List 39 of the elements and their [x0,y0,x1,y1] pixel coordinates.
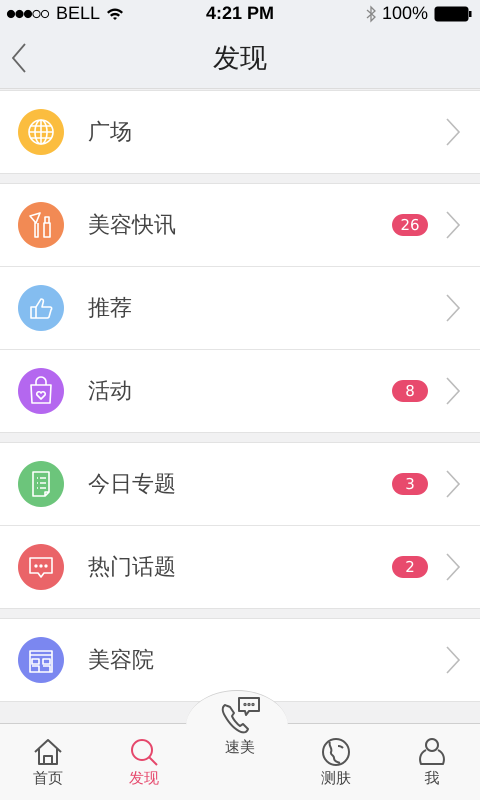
wifi-icon [106,6,124,21]
menu-label: 广场 [88,119,133,147]
clock-time: 4:21 PM [204,3,276,24]
back-icon[interactable] [12,43,26,74]
menu-label: 美容快讯 [88,212,177,240]
chevron-icon [446,646,460,674]
menu-item[interactable]: 活动 8 [0,350,480,432]
menu-label: 美容院 [88,647,155,675]
battery-icon [434,6,472,22]
battery-percent: 100% [382,3,428,24]
chevron-icon [446,118,460,146]
bluetooth-icon [366,4,376,23]
signal-icon [6,8,50,19]
count-badge: 8 [392,380,428,402]
carrier-name: BELL [56,3,100,24]
phone-chat-icon [219,696,261,736]
count-badge: 2 [392,556,428,578]
chevron-icon [446,470,460,498]
face-icon [321,737,351,767]
menu-label: 今日专题 [88,471,177,499]
person-icon [417,737,447,767]
chevron-icon [446,377,460,405]
count-badge: 26 [392,214,428,236]
chevron-icon [446,211,460,239]
menu-item[interactable]: 热门话题 2 [0,526,480,608]
menu-item[interactable]: 广场 [0,91,480,173]
count-badge: 3 [392,473,428,495]
chevron-icon [446,294,460,322]
home-icon [33,737,63,767]
menu-item[interactable]: 美容快讯 26 [0,184,480,267]
menu-label: 推荐 [88,295,133,323]
menu-label: 热门话题 [88,554,177,582]
menu-item[interactable]: 推荐 [0,267,480,350]
menu-item[interactable]: 美容院 [0,619,480,701]
chevron-icon [446,553,460,581]
menu-label: 活动 [88,378,133,406]
page-title: 发现 [213,42,267,76]
search-icon [129,737,159,767]
menu-item[interactable]: 今日专题 3 [0,443,480,526]
